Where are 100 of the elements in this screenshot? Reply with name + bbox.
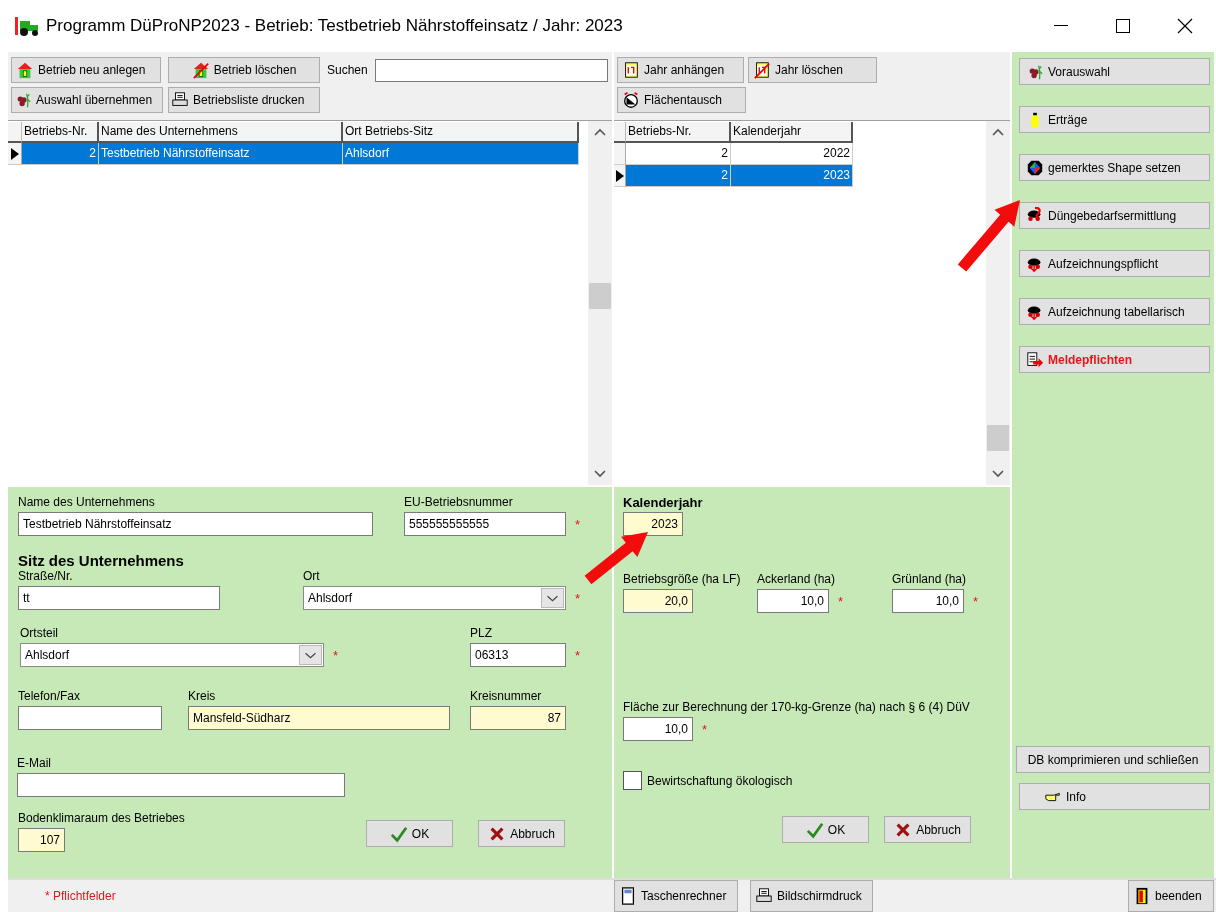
- sidebar-button[interactable]: Erträge: [1019, 106, 1210, 133]
- minimize-icon: [1054, 25, 1068, 27]
- toolbar-button[interactable]: Auswahl übernehmen: [11, 87, 163, 113]
- field-label: Kreis: [188, 689, 216, 704]
- scroll-up-icon[interactable]: [991, 127, 1005, 137]
- field-label: Grünland (ha): [892, 572, 967, 587]
- text-field[interactable]: 10,0: [757, 589, 829, 613]
- scroll-down-icon[interactable]: [991, 469, 1005, 479]
- field-label: Ort: [303, 569, 320, 584]
- table-row[interactable]: 2 Testbetrieb Nährstoffeinsatz Ahlsdorf: [8, 143, 579, 165]
- field-label: Ackerland (ha): [757, 572, 836, 587]
- text-field[interactable]: [17, 773, 345, 797]
- scroll-thumb[interactable]: [987, 425, 1009, 451]
- checkbox-label: Bewirtschaftung ökologisch: [647, 773, 793, 788]
- text-field[interactable]: 2023: [623, 512, 683, 536]
- scroll-thumb[interactable]: [589, 283, 611, 309]
- search-field[interactable]: [374, 58, 608, 82]
- field-label: Kreisnummer: [470, 689, 542, 704]
- scrollbar[interactable]: [588, 121, 612, 485]
- chevron-icon[interactable]: [299, 645, 322, 665]
- house-icon: [16, 61, 34, 79]
- text-field[interactable]: 20,0: [623, 589, 693, 613]
- row-pointer-icon: [614, 169, 625, 182]
- toolbar-button[interactable]: Flächentausch: [617, 87, 746, 113]
- table-cell: Ahlsdorf: [343, 143, 579, 165]
- required-note: * Pflichtfelder: [45, 889, 117, 903]
- field-label: PLZ: [470, 626, 492, 641]
- section-heading: Sitz des Unternehmens: [18, 552, 184, 569]
- alarm-clock-icon: [622, 91, 640, 109]
- dropdown-field[interactable]: Ahlsdorf: [20, 643, 324, 667]
- text-field[interactable]: 10,0: [892, 589, 964, 613]
- field-label: Straße/Nr.: [18, 569, 73, 584]
- field-label: Betriebsgröße (ha LF): [623, 572, 741, 587]
- calendar-crossed-icon: [753, 61, 771, 79]
- row-header[interactable]: [8, 143, 22, 165]
- toolbar-button[interactable]: Jahr löschen: [748, 57, 877, 83]
- sidebar-button[interactable]: Aufzeichnung tabellarisch: [1019, 298, 1210, 325]
- search-label: Suchen: [327, 63, 368, 77]
- footer-button[interactable]: Taschenrechner: [614, 880, 738, 912]
- field-label: Kalenderjahr: [623, 495, 703, 510]
- scroll-down-icon[interactable]: [593, 469, 607, 479]
- sidebar-button[interactable]: Aufzeichnungspflicht: [1019, 250, 1210, 277]
- sidebar-button[interactable]: Meldepflichten: [1019, 346, 1210, 373]
- footer-button[interactable]: beenden: [1128, 880, 1214, 912]
- octagon-icon: [1026, 158, 1044, 177]
- field-label: EU-Betriebsnummer: [404, 495, 513, 510]
- required-marker: *: [702, 721, 708, 737]
- text-field[interactable]: Testbetrieb Nährstoffeinsatz: [18, 512, 373, 536]
- required-marker: *: [575, 516, 581, 532]
- required-marker: *: [575, 590, 581, 606]
- table-cell: 2023: [731, 165, 853, 187]
- text-field[interactable]: 10,0: [623, 717, 693, 741]
- table-row[interactable]: 2 2022: [614, 143, 853, 165]
- text-field[interactable]: 06313: [470, 643, 566, 667]
- sidebar-button[interactable]: gemerktes Shape setzen: [1019, 154, 1210, 181]
- text-field[interactable]: 87: [470, 706, 566, 730]
- table-cell: 2: [626, 165, 731, 187]
- column-header[interactable]: Kalenderjahr: [731, 122, 853, 143]
- toolbar-button[interactable]: Betriebsliste drucken: [168, 87, 320, 113]
- sidebar-button[interactable]: Info: [1019, 783, 1210, 810]
- pointer-arrow: [957, 200, 1020, 272]
- text-field[interactable]: Mansfeld-Südharz: [188, 706, 450, 730]
- checkmark-icon: [389, 824, 408, 843]
- field-label: Name des Unternehmens: [18, 495, 155, 510]
- chevron-icon[interactable]: [541, 588, 564, 608]
- toolbar-button[interactable]: Jahr anhängen: [617, 57, 744, 83]
- toolbar-button[interactable]: Betrieb löschen: [168, 57, 320, 83]
- row-pointer-icon: [9, 147, 20, 160]
- table-row[interactable]: 2 2023: [614, 165, 853, 187]
- text-field[interactable]: tt: [18, 586, 220, 610]
- column-header[interactable]: Name des Unternehmens: [99, 122, 343, 143]
- checkmark-icon: [805, 820, 824, 839]
- field-label: Ortsteil: [20, 626, 58, 641]
- sidebar-button[interactable]: DB komprimieren und schließen: [1016, 746, 1210, 773]
- footer-button[interactable]: Bildschirmdruck: [750, 880, 873, 912]
- required-marker: *: [973, 593, 979, 609]
- ok-button[interactable]: OK: [366, 820, 453, 847]
- column-header[interactable]: Ort Betriebs-Sitz: [343, 122, 579, 143]
- text-field[interactable]: 555555555555: [404, 512, 566, 536]
- ok-button[interactable]: OK: [782, 816, 869, 843]
- field-label: E-Mail: [17, 756, 51, 771]
- cancel-button[interactable]: Abbruch: [884, 816, 971, 843]
- checkbox[interactable]: [623, 771, 642, 790]
- field-label: Fläche zur Berechnung der 170-kg-Grenze (ha) nach § 6 (4) DüV: [623, 700, 970, 715]
- sidebar-button[interactable]: Düngebedarfsermittlung: [1019, 202, 1210, 229]
- toolbar-button[interactable]: Betrieb neu anlegen: [11, 57, 161, 83]
- close-icon: [1177, 18, 1193, 34]
- text-field[interactable]: [18, 706, 162, 730]
- cancel-button[interactable]: Abbruch: [478, 820, 565, 847]
- column-header[interactable]: Betriebs-Nr.: [626, 122, 731, 143]
- dropdown-field[interactable]: Ahlsdorf: [303, 586, 566, 610]
- text-field[interactable]: 107: [18, 828, 65, 852]
- scrollbar[interactable]: [986, 121, 1010, 485]
- row-header[interactable]: [614, 165, 626, 187]
- scroll-up-icon[interactable]: [593, 127, 607, 137]
- printer-icon: [755, 887, 773, 905]
- sidebar-button[interactable]: Vorauswahl: [1019, 58, 1210, 85]
- column-header[interactable]: Betriebs-Nr.: [22, 122, 99, 143]
- field-label: Bodenklimaraum des Betriebes: [18, 811, 185, 826]
- maximize-icon: [1116, 19, 1130, 33]
